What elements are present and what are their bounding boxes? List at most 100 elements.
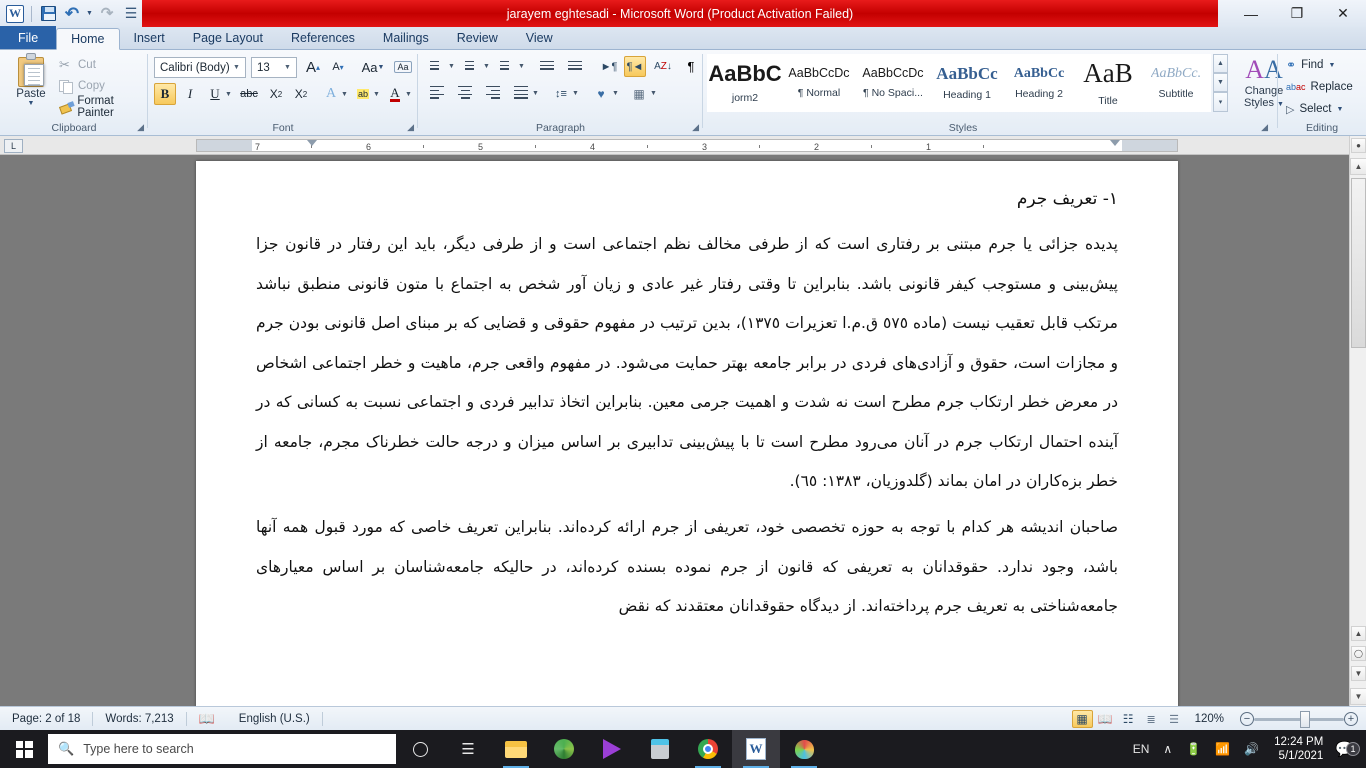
strikethrough-button[interactable]: abc: [236, 83, 262, 105]
show-hidden-icons-button[interactable]: ∧: [1156, 742, 1179, 756]
vertical-scrollbar[interactable]: ● ▲ ▲ ◯ ▼ ▼: [1349, 136, 1366, 706]
subscript-button[interactable]: X2: [265, 83, 287, 105]
text-effects-dropdown-icon[interactable]: ▼: [341, 91, 348, 98]
document-text-body[interactable]: ١- تعریف جرم پدیده جزائی یا جرم مبتنی بر…: [196, 161, 1178, 627]
sort-button[interactable]: AZ↓: [652, 56, 674, 77]
highlight-dropdown-icon[interactable]: ▼: [373, 91, 380, 98]
align-left-button[interactable]: [426, 83, 448, 104]
bold-button[interactable]: B: [154, 83, 176, 105]
browse-object-button[interactable]: ●: [1351, 138, 1366, 153]
line-spacing-button[interactable]: ↕≡: [550, 83, 572, 104]
rtl-text-direction-button[interactable]: ¶◄: [624, 56, 646, 77]
volume-icon[interactable]: 🔊: [1237, 742, 1266, 756]
select-button[interactable]: ▷ Select ▼: [1286, 99, 1343, 119]
first-line-indent-marker[interactable]: [307, 140, 317, 146]
change-case-button[interactable]: Aa ▼: [358, 56, 388, 78]
style-heading-1[interactable]: AaBbCc Heading 1: [931, 54, 1003, 112]
tab-insert[interactable]: Insert: [120, 27, 179, 49]
replace-button[interactable]: abac Replace: [1286, 77, 1353, 97]
italic-button[interactable]: I: [179, 83, 201, 105]
taskbar-word-button[interactable]: W: [732, 730, 780, 768]
style-normal[interactable]: AaBbCcDc ¶ Normal: [783, 54, 855, 112]
clear-formatting-button[interactable]: Aa: [392, 56, 414, 78]
decrease-indent-button[interactable]: [536, 56, 558, 77]
align-right-button[interactable]: [482, 83, 504, 104]
redo-icon[interactable]: ↷: [96, 3, 118, 25]
view-full-screen-reading-button[interactable]: 📖: [1095, 710, 1116, 728]
zoom-thumb[interactable]: [1300, 710, 1310, 728]
zoom-track[interactable]: [1254, 710, 1344, 728]
undo-icon[interactable]: ↶: [61, 3, 83, 25]
action-center-button[interactable]: 💬 1: [1331, 740, 1366, 758]
zoom-slider[interactable]: − +: [1240, 710, 1358, 728]
tab-stop-selector-button[interactable]: L: [4, 139, 23, 153]
font-size-combo[interactable]: 13 ▼: [251, 57, 297, 78]
taskbar-chrome-button[interactable]: [684, 730, 732, 768]
language-indicator[interactable]: English (U.S.): [227, 707, 322, 731]
taskbar-movies-tv-button[interactable]: [588, 730, 636, 768]
justify-button[interactable]: [510, 83, 532, 104]
restore-button[interactable]: ❐: [1274, 0, 1320, 27]
shading-button[interactable]: ♥: [590, 83, 612, 104]
tab-file[interactable]: File: [0, 26, 57, 49]
scroll-down-button[interactable]: ▼: [1350, 688, 1366, 705]
ruler-strip[interactable]: 7 6 5 4 3 2 1: [196, 139, 1178, 152]
word-logo-icon[interactable]: W: [4, 3, 26, 25]
wifi-icon[interactable]: 📶: [1208, 742, 1237, 756]
font-dialog-launcher-icon[interactable]: ◢: [403, 122, 414, 133]
styles-dialog-launcher-icon[interactable]: ◢: [1257, 122, 1268, 133]
scrollbar-thumb[interactable]: [1351, 178, 1366, 348]
view-draft-button[interactable]: ☰: [1164, 710, 1185, 728]
paste-dropdown-icon[interactable]: ▼: [28, 100, 35, 107]
taskbar-clock[interactable]: 12:24 PM 5/1/2021: [1266, 735, 1331, 763]
bullets-dropdown-icon[interactable]: ▼: [448, 63, 455, 70]
copy-button[interactable]: Copy: [56, 76, 108, 96]
undo-dropdown-icon[interactable]: ▼: [85, 3, 94, 25]
underline-dropdown-icon[interactable]: ▼: [225, 91, 232, 98]
grow-font-button[interactable]: A ▴: [302, 56, 324, 78]
style-no-spacing[interactable]: AaBbCcDc ¶ No Spaci...: [855, 54, 931, 112]
taskbar-cortana-button[interactable]: [396, 730, 444, 768]
tab-review[interactable]: Review: [443, 27, 512, 49]
justify-dropdown-icon[interactable]: ▼: [532, 90, 539, 97]
numbering-button[interactable]: [461, 56, 483, 77]
previous-page-button[interactable]: ▲: [1351, 626, 1366, 641]
font-name-dropdown-icon[interactable]: ▼: [230, 64, 243, 71]
superscript-button[interactable]: X2: [290, 83, 312, 105]
font-name-combo[interactable]: Calibri (Body) ▼: [154, 57, 246, 78]
font-color-button[interactable]: A: [384, 83, 406, 105]
save-icon[interactable]: [37, 3, 59, 25]
view-web-layout-button[interactable]: ☷: [1118, 710, 1139, 728]
view-print-layout-button[interactable]: ▦: [1071, 710, 1093, 728]
paragraph-dialog-launcher-icon[interactable]: ◢: [688, 122, 699, 133]
tab-mailings[interactable]: Mailings: [369, 27, 443, 49]
show-formatting-marks-button[interactable]: ¶: [680, 56, 702, 77]
text-highlight-button[interactable]: ab: [352, 83, 374, 105]
word-count[interactable]: Words: 7,213: [93, 707, 185, 731]
increase-indent-button[interactable]: [564, 56, 586, 77]
text-effects-button[interactable]: A: [320, 83, 342, 105]
format-painter-button[interactable]: Format Painter: [56, 95, 148, 119]
find-button[interactable]: ⚭ Find ▼: [1286, 55, 1335, 75]
underline-button[interactable]: U: [204, 83, 226, 105]
next-page-button[interactable]: ▼: [1351, 666, 1366, 681]
zoom-out-button[interactable]: −: [1240, 712, 1254, 726]
right-indent-marker[interactable]: [1110, 140, 1120, 146]
tab-references[interactable]: References: [277, 27, 369, 49]
tab-view[interactable]: View: [512, 27, 567, 49]
multilevel-list-button[interactable]: [496, 56, 518, 77]
taskbar-task-view-button[interactable]: ☰: [444, 730, 492, 768]
tray-language-button[interactable]: EN: [1126, 742, 1157, 756]
style-jorm2[interactable]: AaBbC jorm2: [707, 54, 783, 112]
zoom-in-button[interactable]: +: [1344, 712, 1358, 726]
numbering-dropdown-icon[interactable]: ▼: [483, 63, 490, 70]
styles-scroll-up-button[interactable]: ▲: [1213, 54, 1228, 73]
horizontal-ruler[interactable]: L 7 6 5 4 3 2 1: [0, 136, 1366, 155]
zoom-level-label[interactable]: 120%: [1187, 713, 1232, 725]
close-button[interactable]: ✕: [1320, 0, 1366, 27]
scroll-up-button[interactable]: ▲: [1350, 158, 1366, 175]
proofing-status-button[interactable]: 📖: [187, 707, 227, 731]
font-size-dropdown-icon[interactable]: ▼: [281, 64, 294, 71]
document-page[interactable]: ١- تعریف جرم پدیده جزائی یا جرم مبتنی بر…: [196, 161, 1178, 721]
minimize-button[interactable]: —: [1228, 0, 1274, 27]
